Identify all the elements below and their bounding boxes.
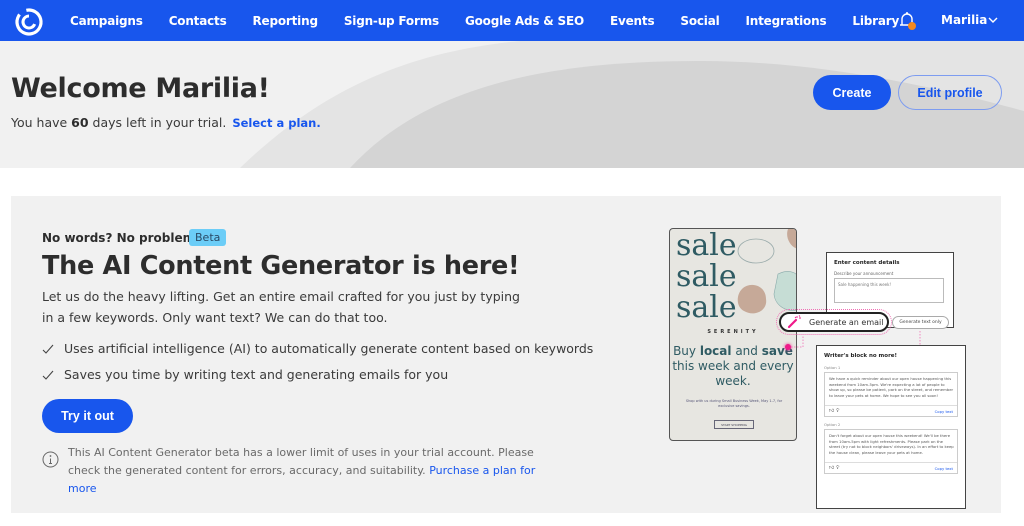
constant-contact-logo-icon[interactable] bbox=[13, 5, 45, 37]
welcome-banner: Welcome Marilia! You have 60 days left i… bbox=[0, 41, 1024, 168]
user-menu[interactable]: Marilia bbox=[941, 13, 987, 27]
poster-headline: Buy local and save this week and every w… bbox=[672, 344, 794, 388]
promo-headline: The AI Content Generator is here! bbox=[42, 251, 520, 281]
feature-bullet-text: Uses artificial intelligence (AI) to aut… bbox=[64, 341, 594, 356]
promo-description: Let us do the heavy lifting. Get an enti… bbox=[42, 289, 520, 325]
generate-text-only-button-illustration: Generate text only bbox=[892, 316, 949, 329]
edit-profile-button[interactable]: Edit profile bbox=[898, 75, 1002, 110]
trial-suffix: days left in your trial. bbox=[88, 115, 227, 130]
details-label: Describe your announcement bbox=[834, 271, 894, 276]
poster-brand: SERENITY bbox=[707, 329, 759, 335]
ai-content-generator-card: No words? No problem. Beta The AI Conten… bbox=[11, 196, 1001, 513]
nav-item-signup-forms[interactable]: Sign-up Forms bbox=[344, 14, 439, 28]
nav-item-google-ads-seo[interactable]: Google Ads & SEO bbox=[465, 14, 584, 28]
option-label: Option 1 bbox=[824, 365, 841, 370]
trial-prefix: You have bbox=[11, 115, 72, 130]
pink-highlight-dot bbox=[785, 344, 791, 350]
beta-limit-note: This AI Content Generator beta has a low… bbox=[68, 444, 558, 498]
trial-days: 60 bbox=[71, 115, 89, 130]
sale-word: sale bbox=[676, 259, 737, 294]
option-card: We have a quick reminder about our open … bbox=[824, 372, 958, 417]
feature-bullet: Saves you time by writing text and gener… bbox=[42, 367, 448, 382]
bell-icon[interactable] bbox=[898, 10, 918, 32]
feature-bullet-text: Saves you time by writing text and gener… bbox=[64, 367, 449, 382]
copy-text-link: Copy text bbox=[934, 409, 953, 414]
option-footer: 👍︎ 💡︎ Copy text bbox=[825, 405, 957, 416]
page-title: Welcome Marilia! bbox=[11, 73, 270, 104]
copy-text-link: Copy text bbox=[934, 466, 953, 471]
nav-item-social[interactable]: Social bbox=[680, 14, 719, 28]
option-text: We have a quick reminder about our open … bbox=[829, 376, 954, 398]
nav-item-events[interactable]: Events bbox=[610, 14, 655, 28]
thumbs-feedback-icons: 👍︎ 💡︎ bbox=[829, 465, 840, 471]
nav-item-contacts[interactable]: Contacts bbox=[169, 14, 227, 28]
nav-item-reporting[interactable]: Reporting bbox=[253, 14, 319, 28]
thumbs-feedback-icons: 👍︎ 💡︎ bbox=[829, 408, 840, 414]
eyebrow-text: No words? No problem. bbox=[42, 231, 200, 245]
results-title: Writer's block no more! bbox=[824, 353, 898, 359]
magic-wand-icon bbox=[787, 315, 801, 329]
nav-item-campaigns[interactable]: Campaigns bbox=[70, 14, 143, 28]
poster-small-text: Shop with us during Small Business Week,… bbox=[685, 399, 783, 408]
announcement-input: Sale happening this week! bbox=[834, 278, 944, 303]
feature-bullet: Uses artificial intelligence (AI) to aut… bbox=[42, 341, 593, 356]
chevron-down-icon[interactable] bbox=[987, 14, 999, 26]
sale-word: sale bbox=[676, 290, 737, 325]
option-card: Don't forget about our open house this w… bbox=[824, 429, 958, 474]
create-button[interactable]: Create bbox=[813, 75, 891, 110]
results-panel: Writer's block no more! Option 1 We have… bbox=[816, 345, 966, 509]
notification-badge bbox=[908, 22, 916, 30]
beta-badge: Beta bbox=[189, 229, 227, 246]
nav-item-library[interactable]: Library bbox=[852, 14, 899, 28]
select-plan-link[interactable]: Select a plan. bbox=[232, 116, 320, 130]
option-footer: 👍︎ 💡︎ Copy text bbox=[825, 462, 957, 473]
checkmark-icon bbox=[42, 370, 54, 380]
poster-start-shopping-button: START SHOPPING bbox=[714, 420, 754, 429]
checkmark-icon bbox=[42, 344, 54, 354]
details-title: Enter content details bbox=[834, 260, 900, 266]
sale-word: sale bbox=[676, 228, 737, 263]
top-nav: Campaigns Contacts Reporting Sign-up For… bbox=[0, 0, 1024, 41]
info-icon bbox=[42, 451, 59, 468]
email-preview-illustration: sale sale sale SERENITY Buy local and sa… bbox=[669, 228, 797, 441]
trial-status: You have 60 days left in your trial. Sel… bbox=[11, 115, 321, 130]
option-text: Don't forget about our open house this w… bbox=[829, 433, 954, 455]
nav-menu: Campaigns Contacts Reporting Sign-up For… bbox=[70, 0, 925, 41]
try-it-out-button[interactable]: Try it out bbox=[42, 399, 133, 433]
option-label: Option 2 bbox=[824, 422, 841, 427]
nav-item-integrations[interactable]: Integrations bbox=[746, 14, 827, 28]
